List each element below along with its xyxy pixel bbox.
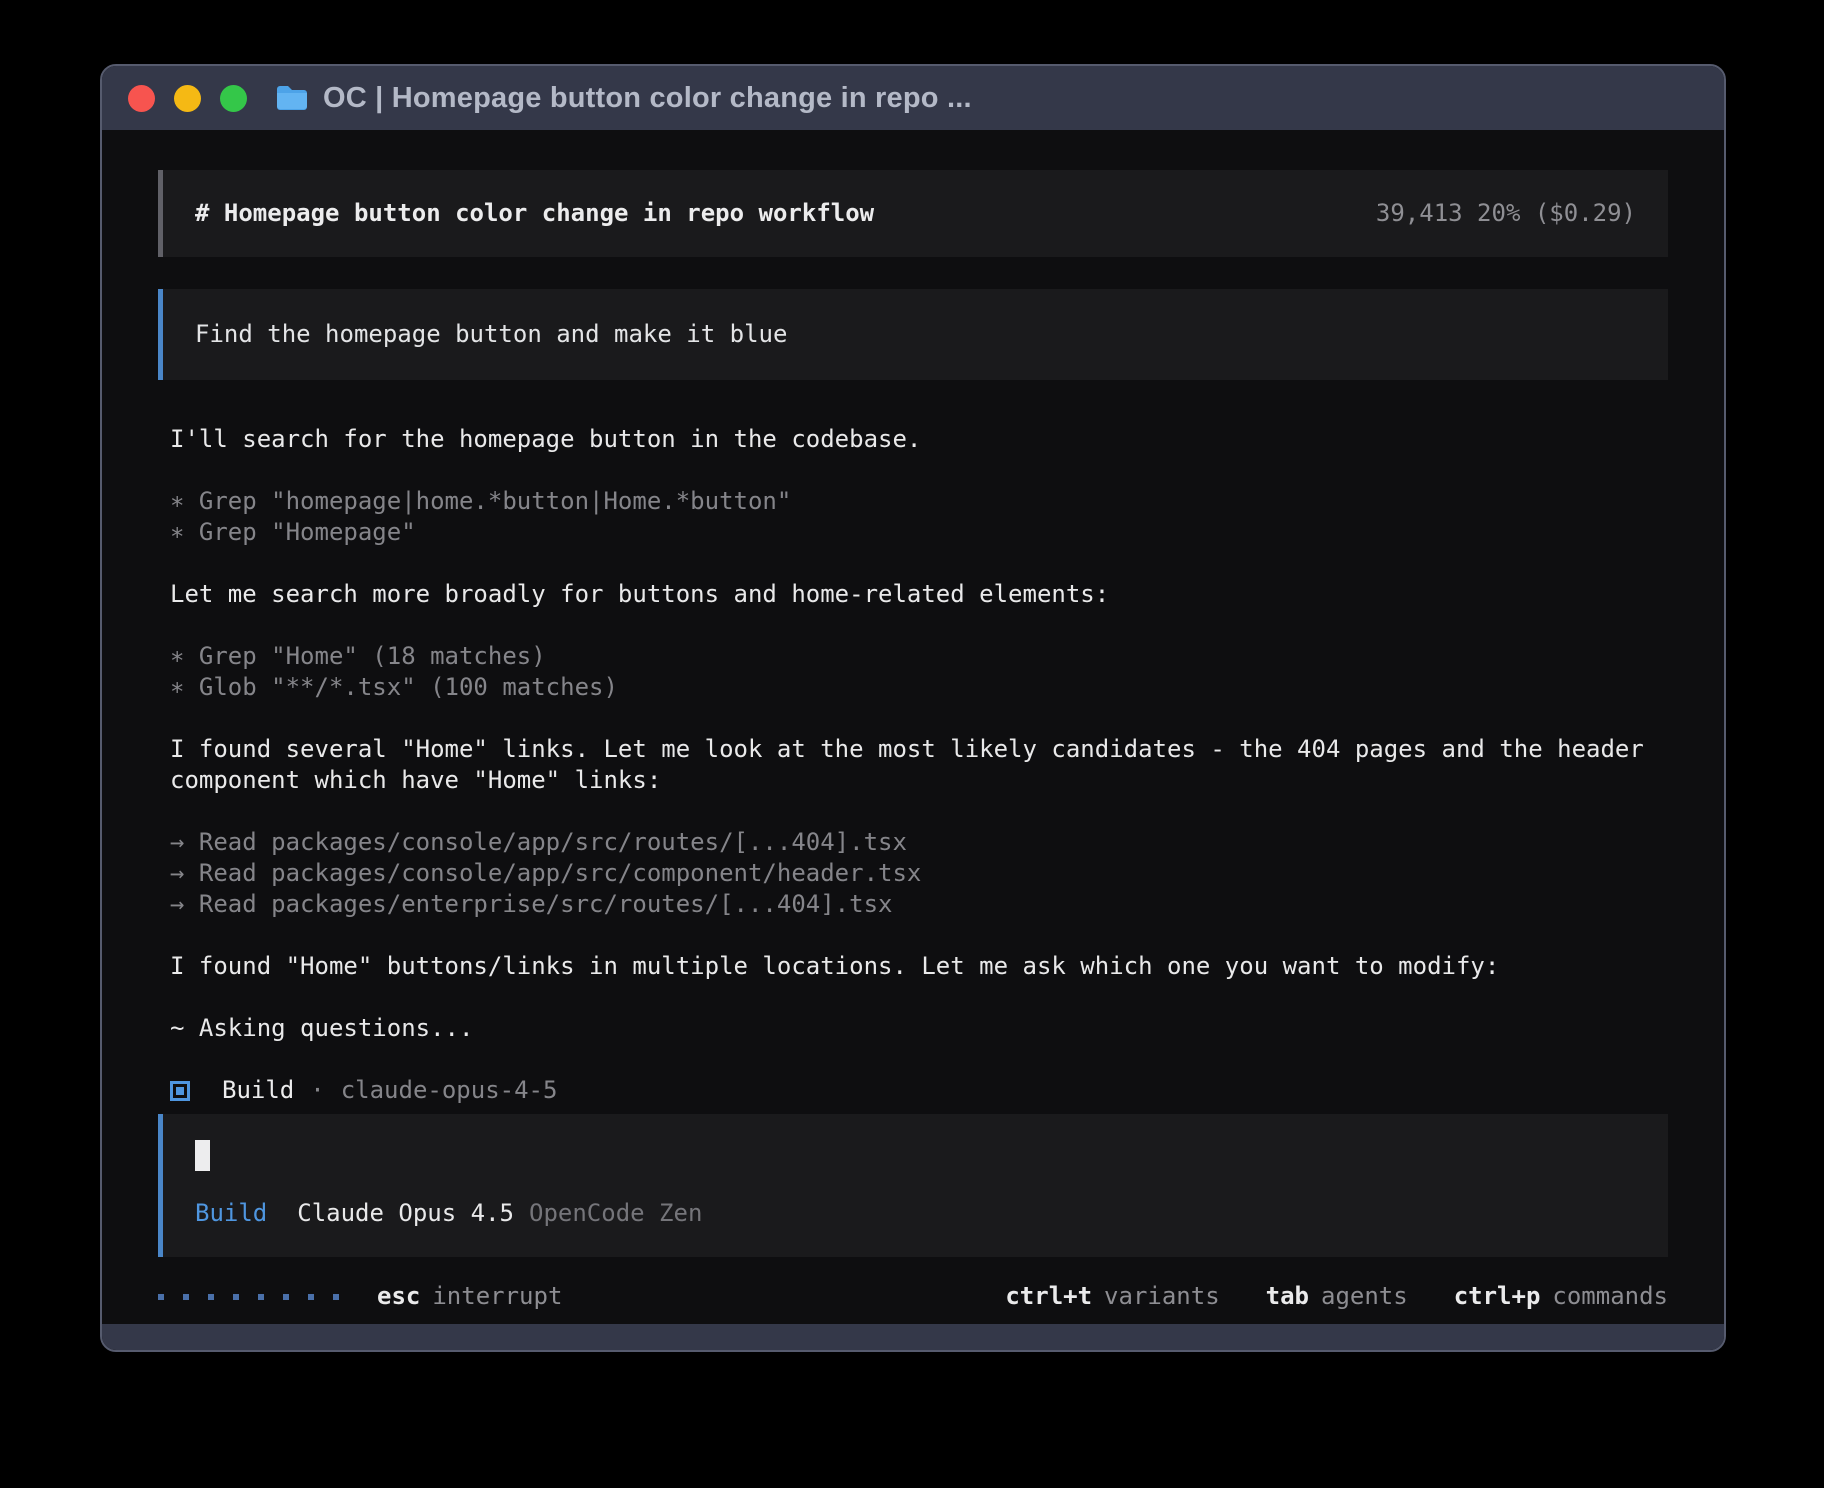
assistant-paragraph: I found "Home" buttons/links in multiple… — [170, 951, 1668, 982]
assistant-text: I found "Home" buttons/links in multiple… — [170, 951, 1668, 982]
tool-call-line: ∗ Grep "homepage|home.*button|Home.*butt… — [170, 486, 1668, 517]
keyboard-hint: ctrl+t variants — [1005, 1281, 1219, 1312]
hint-label: interrupt — [432, 1282, 562, 1310]
assistant-text: ~ Asking questions... — [170, 1013, 1668, 1044]
spinner-dot — [283, 1294, 289, 1300]
tool-call-line: ∗ Glob "**/*.tsx" (100 matches) — [170, 672, 1668, 703]
spinner-dot — [308, 1294, 314, 1300]
agent-build-icon — [170, 1081, 190, 1101]
prompt-input[interactable]: Build Claude Opus 4.5 OpenCode Zen — [158, 1114, 1668, 1257]
user-message-text: Find the homepage button and make it blu… — [195, 320, 787, 348]
terminal-window: OC | Homepage button color change in rep… — [100, 64, 1726, 1352]
status-bar-left: esc interrupt — [158, 1281, 562, 1312]
input-provider-label: OpenCode Zen — [529, 1198, 702, 1229]
session-stats: 39,413 20% ($0.29) — [1376, 198, 1636, 229]
tool-call-line: → Read packages/enterprise/src/routes/[.… — [170, 889, 1668, 920]
session-header: # Homepage button color change in repo w… — [158, 170, 1668, 257]
status-bar: esc interrupt ctrl+t variants tab agents ct… — [158, 1281, 1668, 1312]
window-bottom-chrome — [102, 1324, 1724, 1350]
input-model-label: Claude Opus 4.5 — [297, 1198, 514, 1229]
assistant-text: I found several "Home" links. Let me loo… — [170, 734, 1668, 796]
hint-key: esc — [377, 1282, 420, 1310]
assistant-paragraph: Let me search more broadly for buttons a… — [170, 579, 1668, 610]
status-bar-right: ctrl+t variants tab agents ctrl+p commands — [1005, 1281, 1668, 1312]
titlebar: OC | Homepage button color change in rep… — [102, 66, 1724, 130]
spinner-dot — [183, 1294, 189, 1300]
assistant-text: Let me search more broadly for buttons a… — [170, 579, 1668, 610]
separator-dot: · — [310, 1075, 324, 1106]
assistant-paragraph: I'll search for the homepage button in t… — [170, 424, 1668, 455]
spinner-dot — [158, 1294, 164, 1300]
tool-call-line: ∗ Grep "Homepage" — [170, 517, 1668, 548]
agent-status-row: Build · claude-opus-4-5 — [170, 1075, 1668, 1106]
tool-call-line: → Read packages/console/app/src/routes/[… — [170, 827, 1668, 858]
folder-icon — [275, 84, 309, 112]
session-title: # Homepage button color change in repo w… — [195, 198, 874, 229]
terminal-content: # Homepage button color change in repo w… — [102, 130, 1724, 1324]
input-agent-label: Build — [195, 1198, 267, 1229]
spinner-dot — [233, 1294, 239, 1300]
zoom-button[interactable] — [220, 85, 247, 112]
spinner-dot — [208, 1294, 214, 1300]
traffic-lights — [128, 85, 247, 112]
agent-label: Build — [222, 1075, 294, 1106]
text-cursor — [195, 1140, 210, 1171]
hint-key: ctrl+t — [1005, 1282, 1092, 1310]
keyboard-hint: ctrl+p commands — [1454, 1281, 1668, 1312]
spinner-dot — [333, 1294, 339, 1300]
conversation: I'll search for the homepage button in t… — [158, 424, 1668, 1106]
window-title: OC | Homepage button color change in rep… — [323, 82, 972, 115]
hint-label: agents — [1321, 1282, 1408, 1310]
hint-interrupt: esc interrupt — [377, 1281, 562, 1312]
agent-model: claude-opus-4-5 — [341, 1075, 558, 1106]
assistant-paragraph: I found several "Home" links. Let me loo… — [170, 734, 1668, 796]
model-row: Build Claude Opus 4.5 OpenCode Zen — [195, 1198, 1636, 1229]
minimize-button[interactable] — [174, 85, 201, 112]
keyboard-hint: tab agents — [1266, 1281, 1408, 1312]
spinner-dots — [158, 1294, 339, 1300]
hint-key: tab — [1266, 1282, 1309, 1310]
tool-call-line: ∗ Grep "Home" (18 matches) — [170, 641, 1668, 672]
assistant-paragraph: ∗ Grep "Home" (18 matches)∗ Glob "**/*.t… — [170, 641, 1668, 703]
assistant-text: I'll search for the homepage button in t… — [170, 424, 1668, 455]
tool-call-line: → Read packages/console/app/src/componen… — [170, 858, 1668, 889]
assistant-paragraph: ∗ Grep "homepage|home.*button|Home.*butt… — [170, 486, 1668, 548]
assistant-paragraph: ~ Asking questions... — [170, 1013, 1668, 1044]
hint-key: ctrl+p — [1454, 1282, 1541, 1310]
spinner-dot — [258, 1294, 264, 1300]
user-message: Find the homepage button and make it blu… — [158, 289, 1668, 380]
assistant-paragraph: → Read packages/console/app/src/routes/[… — [170, 827, 1668, 920]
close-button[interactable] — [128, 85, 155, 112]
hint-label: variants — [1104, 1282, 1220, 1310]
hint-label: commands — [1552, 1282, 1668, 1310]
